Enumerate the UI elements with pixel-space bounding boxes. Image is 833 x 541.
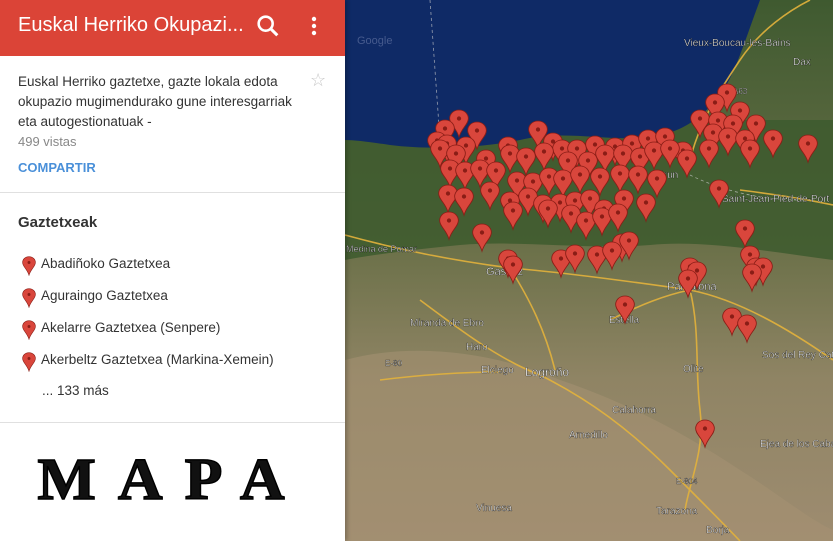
place-label: Borja bbox=[706, 525, 730, 536]
list-item-label: Akerbeltz Gaztetxea (Markina-Xemein) bbox=[41, 352, 274, 367]
show-more-link[interactable]: ... 133 más bbox=[42, 383, 109, 398]
more-vert-icon[interactable] bbox=[302, 12, 326, 40]
place-label: Vinuesa bbox=[476, 503, 512, 514]
divider bbox=[0, 192, 345, 193]
place-label: Sos del Rey Católico bbox=[762, 350, 833, 361]
place-label: Logroño bbox=[525, 365, 569, 379]
place-label: Dax bbox=[793, 57, 811, 68]
share-button[interactable]: COMPARTIR bbox=[18, 160, 96, 175]
list-item[interactable]: Akelarre Gaztetxea (Senpere) bbox=[18, 318, 328, 340]
map-title: Euskal Herriko Okupazi... bbox=[18, 14, 243, 36]
star-outline-icon[interactable]: ☆ bbox=[310, 70, 326, 91]
map-pin-icon bbox=[22, 256, 36, 276]
list-item[interactable]: Aguraingo Gaztetxea bbox=[18, 286, 328, 308]
list-item-label: Aguraingo Gaztetxea bbox=[41, 288, 168, 303]
view-count: 499 vistas bbox=[18, 134, 77, 149]
map-pin-icon bbox=[22, 320, 36, 340]
map-description: Euskal Herriko gaztetxe, gazte lokala ed… bbox=[18, 74, 292, 129]
place-label: Arnedillo bbox=[569, 430, 608, 441]
map-info: Euskal Herriko gaztetxe, gazte lokala ed… bbox=[0, 56, 345, 192]
map-pin-icon bbox=[22, 288, 36, 308]
google-watermark: Google bbox=[357, 35, 392, 47]
search-icon[interactable] bbox=[254, 12, 282, 40]
map-pin-icon bbox=[22, 352, 36, 372]
layer-title: Gaztetxeak bbox=[18, 214, 98, 231]
place-label: E-804 bbox=[676, 477, 698, 486]
place-label: Miranda de Ebro bbox=[410, 318, 484, 329]
place-label: Medina de Pomar bbox=[346, 244, 417, 254]
place-label: E-80 bbox=[385, 359, 402, 368]
list-item[interactable]: Akerbeltz Gaztetxea (Markina-Xemein) bbox=[18, 350, 328, 372]
place-label: Vieux-Boucau-les-Bains bbox=[684, 38, 791, 49]
list-item-label: Abadiñoko Gaztetxea bbox=[41, 256, 171, 271]
divider bbox=[0, 422, 345, 423]
place-label: Tarazona bbox=[656, 506, 698, 517]
place-label: Olite bbox=[683, 364, 704, 375]
place-label: Saint-Jean-Pied-de-Port bbox=[722, 194, 829, 205]
place-label: Haro bbox=[466, 342, 488, 353]
side-panel: Euskal Herriko Okupazi... Euskal Herriko… bbox=[0, 0, 345, 541]
list-item-label: Akelarre Gaztetxea (Senpere) bbox=[41, 320, 221, 335]
place-label: Calahorra bbox=[612, 405, 656, 416]
place-label: Ejea de los Caballeros bbox=[760, 439, 833, 450]
top-bar: Euskal Herriko Okupazi... bbox=[0, 0, 345, 56]
mapa-banner-text: MAPA bbox=[37, 448, 306, 513]
list-item[interactable]: Abadiñoko Gaztetxea bbox=[18, 254, 328, 276]
place-label: Elciego bbox=[481, 365, 514, 376]
mapa-banner: MAPA bbox=[37, 447, 306, 514]
